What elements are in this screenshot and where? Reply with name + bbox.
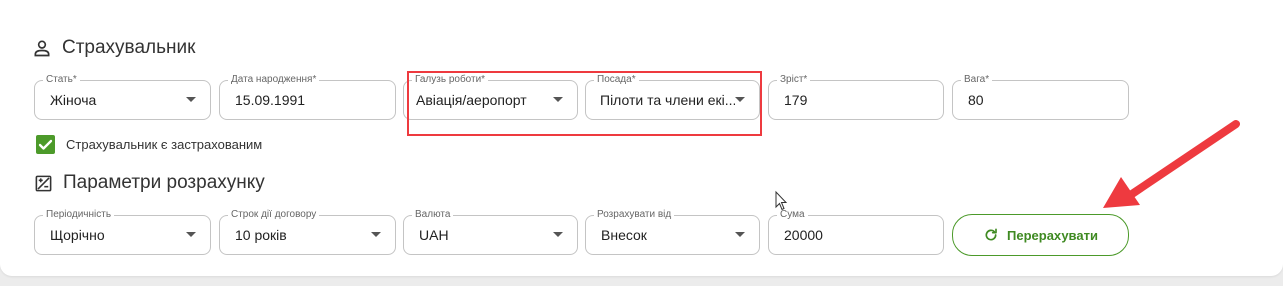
insured-is-covered-checkbox[interactable] — [36, 135, 55, 154]
currency-select[interactable]: Валюта UAH — [403, 209, 578, 255]
recalculate-label: Перерахувати — [1007, 227, 1098, 243]
birthdate-value: 15.09.1991 — [235, 92, 306, 108]
recalculate-button[interactable]: Перерахувати — [952, 214, 1129, 256]
gender-value: Жіноча — [50, 92, 97, 108]
checkbox-label: Страхувальник є застрахованим — [66, 137, 263, 152]
currency-value: UAH — [419, 227, 449, 243]
chevron-down-icon — [186, 97, 196, 102]
insured-section-title: Страхувальник — [32, 37, 195, 59]
chevron-down-icon — [553, 232, 563, 237]
periodicity-value: Щорічно — [50, 227, 105, 243]
calc-section-title: Параметри розрахунку — [34, 172, 265, 194]
check-icon — [38, 139, 53, 150]
term-value: 10 років — [235, 227, 287, 243]
weight-field[interactable]: Вага* 80 — [952, 74, 1129, 120]
calc-title-text: Параметри розрахунку — [63, 172, 265, 193]
insurance-form-card: Страхувальник Стать* Жіноча Дата народже… — [0, 0, 1283, 276]
weight-value: 80 — [968, 92, 984, 108]
birthdate-field[interactable]: Дата народження* 15.09.1991 — [219, 74, 396, 120]
sum-field[interactable]: Сума 20000 — [768, 209, 944, 255]
highlight-box — [407, 71, 762, 136]
term-select[interactable]: Строк дії договору 10 років — [219, 209, 396, 255]
calc-from-select[interactable]: Розрахувати від Внесок — [585, 209, 760, 255]
periodicity-select[interactable]: Періодичність Щорічно — [34, 209, 211, 255]
calc-from-value: Внесок — [601, 227, 647, 243]
insured-title-text: Страхувальник — [62, 37, 196, 58]
calculator-icon — [34, 174, 53, 193]
height-value: 179 — [784, 92, 808, 108]
gender-select[interactable]: Стать* Жіноча — [34, 74, 211, 120]
chevron-down-icon — [186, 232, 196, 237]
sum-value: 20000 — [784, 227, 823, 243]
refresh-icon — [985, 228, 997, 241]
chevron-down-icon — [735, 232, 745, 237]
chevron-down-icon — [371, 232, 381, 237]
height-field[interactable]: Зріст* 179 — [768, 74, 944, 120]
person-icon — [32, 38, 52, 58]
